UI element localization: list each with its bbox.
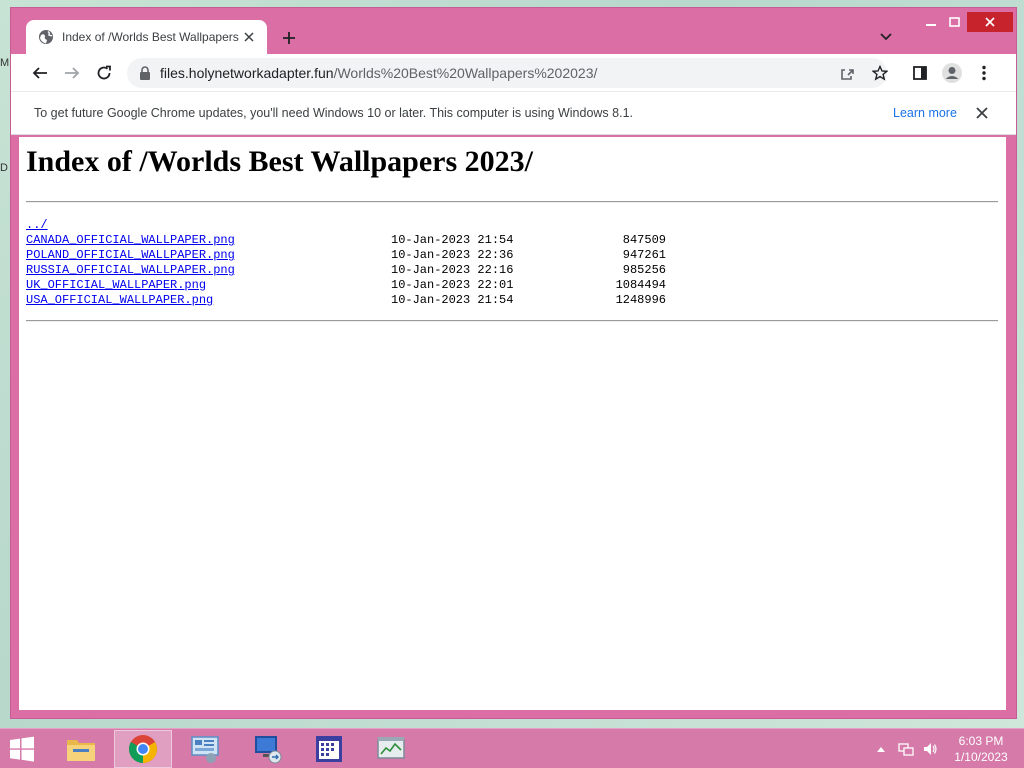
globe-icon [39,30,53,44]
list-item: USA_OFFICIAL_WALLPAPER.png 10-Jan-2023 2… [26,293,666,308]
tab-search-chevron-down-icon[interactable] [875,26,897,48]
file-link[interactable]: UK_OFFICIAL_WALLPAPER.png [26,278,206,293]
file-date: 10-Jan-2023 22:16 [391,263,514,277]
tab-title: Index of /Worlds Best Wallpapers 2023/ [62,30,241,44]
share-icon[interactable] [835,60,861,86]
divider [26,320,998,322]
list-item: UK_OFFICIAL_WALLPAPER.png 10-Jan-2023 22… [26,278,666,293]
windows-start-icon[interactable] [6,735,38,763]
parent-directory-link[interactable]: ../ [26,218,48,233]
url-text[interactable]: files.holynetworkadapter.fun/Worlds%20Be… [160,58,597,88]
file-link[interactable]: RUSSIA_OFFICIAL_WALLPAPER.png [26,263,235,278]
file-link[interactable]: USA_OFFICIAL_WALLPAPER.png [26,293,213,308]
file-listing: ../ CANADA_OFFICIAL_WALLPAPER.png 10-Jan… [26,218,666,308]
file-size: 1248996 [615,293,666,307]
file-link[interactable]: CANADA_OFFICIAL_WALLPAPER.png [26,233,235,248]
list-item: RUSSIA_OFFICIAL_WALLPAPER.png 10-Jan-202… [26,263,666,278]
list-item: ../ [26,218,666,233]
new-tab-plus-icon[interactable] [277,26,301,50]
file-size: 985256 [622,263,666,277]
infobar-message: To get future Google Chrome updates, you… [34,106,633,120]
side-panel-icon[interactable] [907,60,933,86]
file-explorer-icon[interactable] [52,730,110,768]
file-link[interactable]: POLAND_OFFICIAL_WALLPAPER.png [26,248,235,263]
profile-avatar-icon[interactable] [939,60,965,86]
list-item: POLAND_OFFICIAL_WALLPAPER.png 10-Jan-202… [26,248,666,263]
file-date: 10-Jan-2023 21:54 [391,233,514,247]
title-bar[interactable]: Index of /Worlds Best Wallpapers 2023/ [11,8,1016,54]
file-date: 10-Jan-2023 22:36 [391,248,514,262]
file-size: 847509 [622,233,666,247]
file-size: 1084494 [615,278,666,292]
network-icon[interactable] [896,739,916,759]
learn-more-link[interactable]: Learn more [893,106,957,120]
page-content: Index of /Worlds Best Wallpapers 2023/ .… [19,137,1006,710]
list-item: CANADA_OFFICIAL_WALLPAPER.png 10-Jan-202… [26,233,666,248]
url-path: /Worlds%20Best%20Wallpapers%202023/ [333,65,598,81]
browser-toolbar: files.holynetworkadapter.fun/Worlds%20Be… [11,54,1016,91]
address-bar[interactable]: files.holynetworkadapter.fun/Worlds%20Be… [127,58,888,88]
page-title: Index of /Worlds Best Wallpapers 2023/ [26,145,534,178]
bookmark-star-icon[interactable] [867,60,893,86]
desktop-icon-label-sliver: D [0,162,8,174]
url-host: files.holynetworkadapter.fun [160,65,334,81]
desktop-icon-label-sliver: M [0,57,10,69]
task-manager-icon[interactable] [362,730,420,768]
reload-icon[interactable] [91,60,117,86]
divider [26,201,998,203]
clock-date: 1/10/2023 [954,750,1008,764]
tab-close-icon[interactable] [241,29,257,45]
kebab-menu-icon[interactable] [971,60,997,86]
back-arrow-icon[interactable] [27,60,53,86]
speaker-volume-icon[interactable] [920,739,940,759]
infobar-close-icon[interactable] [973,104,991,122]
file-date: 10-Jan-2023 21:54 [391,293,514,307]
update-infobar: To get future Google Chrome updates, you… [11,91,1016,135]
tab-active[interactable]: Index of /Worlds Best Wallpapers 2023/ [26,20,267,54]
file-size: 947261 [622,248,666,262]
system-clock[interactable]: 6:03 PM 1/10/2023 [944,733,1018,765]
chrome-window: Index of /Worlds Best Wallpapers 2023/ [10,7,1017,719]
lock-icon[interactable] [137,65,153,81]
remote-desktop-icon[interactable] [238,730,296,768]
control-panel-icon[interactable] [176,730,234,768]
file-date: 10-Jan-2023 22:01 [391,278,514,292]
window-maximize-icon[interactable] [937,12,971,32]
calendar-app-icon[interactable] [300,730,358,768]
chrome-icon[interactable] [114,730,172,768]
show-hidden-icons-chevron-up-icon[interactable] [874,739,888,759]
taskbar: 6:03 PM 1/10/2023 [0,728,1024,768]
forward-arrow-icon[interactable] [59,60,85,86]
clock-time: 6:03 PM [958,734,1004,748]
window-close-icon[interactable] [967,12,1013,32]
